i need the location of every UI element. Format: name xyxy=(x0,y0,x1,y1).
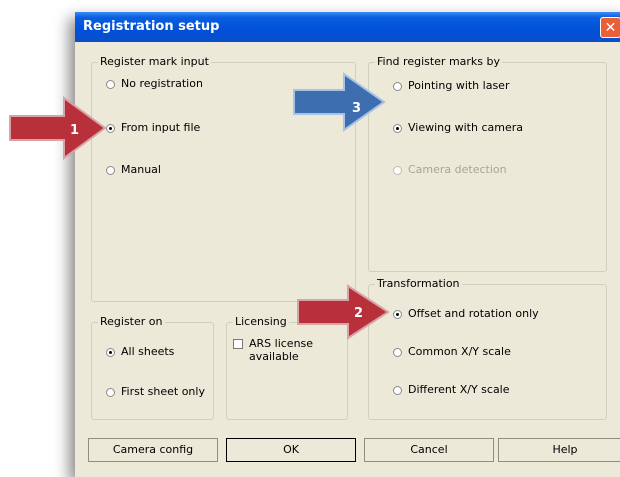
radio-label: First sheet only xyxy=(121,385,205,398)
radio-label: Offset and rotation only xyxy=(408,307,539,320)
radio-dot xyxy=(393,347,402,357)
ok-label: OK xyxy=(283,443,299,456)
radio-dot-selected xyxy=(106,347,115,357)
help-button[interactable]: Help xyxy=(498,438,620,462)
find-register-marks-legend: Find register marks by xyxy=(375,55,503,68)
radio-dot xyxy=(106,387,115,397)
arrow-2-number: 2 xyxy=(354,306,363,321)
radio-label: From input file xyxy=(121,121,201,134)
radio-all-sheets[interactable]: All sheets xyxy=(106,345,174,359)
radio-label: Manual xyxy=(121,163,161,176)
find-register-marks-group: Find register marks by Pointing with las… xyxy=(368,55,607,272)
transformation-group: Transformation Offset and rotation only … xyxy=(368,277,607,420)
camera-config-button[interactable]: Camera config xyxy=(88,438,218,462)
close-icon: ✕ xyxy=(604,20,617,36)
radio-dot-disabled xyxy=(393,165,402,175)
callout-arrow-3: 3 xyxy=(293,72,386,132)
radio-label: All sheets xyxy=(121,345,175,358)
callout-arrow-2: 2 xyxy=(297,284,390,340)
radio-different-xy-scale[interactable]: Different X/Y scale xyxy=(393,383,510,397)
radio-label: Different X/Y scale xyxy=(408,383,510,396)
radio-offset-and-rotation-only[interactable]: Offset and rotation only xyxy=(393,307,539,321)
licensing-legend: Licensing xyxy=(233,315,289,328)
cancel-button[interactable]: Cancel xyxy=(364,438,494,462)
radio-dot xyxy=(393,385,402,395)
radio-dot xyxy=(393,81,402,91)
register-mark-input-legend: Register mark input xyxy=(98,55,211,68)
radio-label: Viewing with camera xyxy=(408,121,523,134)
ok-button[interactable]: OK xyxy=(226,438,356,462)
radio-dot-selected xyxy=(393,123,402,133)
radio-label: Camera detection xyxy=(408,163,507,176)
checkbox-label-line2: available xyxy=(249,350,299,363)
cancel-label: Cancel xyxy=(410,443,448,456)
radio-first-sheet-only[interactable]: First sheet only xyxy=(106,385,205,399)
arrow-2-shape xyxy=(297,284,390,340)
radio-dot-selected xyxy=(393,309,402,319)
arrow-1-shape xyxy=(9,96,107,160)
camera-config-label: Camera config xyxy=(112,443,194,456)
radio-from-input-file[interactable]: From input file xyxy=(106,121,200,135)
radio-manual[interactable]: Manual xyxy=(106,163,161,177)
title-bar[interactable]: Registration setup ✕ xyxy=(75,12,620,42)
callout-arrow-1: 1 xyxy=(9,96,107,160)
arrow-1-number: 1 xyxy=(70,123,79,138)
radio-viewing-with-camera[interactable]: Viewing with camera xyxy=(393,121,523,135)
close-button[interactable]: ✕ xyxy=(600,17,620,38)
radio-label: Common X/Y scale xyxy=(408,345,511,358)
checkbox-box xyxy=(233,339,243,349)
radio-dot xyxy=(106,165,115,175)
radio-dot xyxy=(106,79,115,89)
register-on-legend: Register on xyxy=(98,315,165,328)
radio-label: No registration xyxy=(121,77,203,90)
radio-pointing-with-laser[interactable]: Pointing with laser xyxy=(393,79,509,93)
dialog-title: Registration setup xyxy=(83,19,220,34)
radio-no-registration[interactable]: No registration xyxy=(106,77,203,91)
radio-label: Pointing with laser xyxy=(408,79,510,92)
radio-camera-detection: Camera detection xyxy=(393,163,507,177)
radio-common-xy-scale[interactable]: Common X/Y scale xyxy=(393,345,511,359)
arrow-3-number: 3 xyxy=(352,101,361,116)
register-on-group: Register on All sheets First sheet only xyxy=(91,315,214,420)
help-label: Help xyxy=(552,443,578,456)
arrow-3-shape xyxy=(293,72,386,132)
